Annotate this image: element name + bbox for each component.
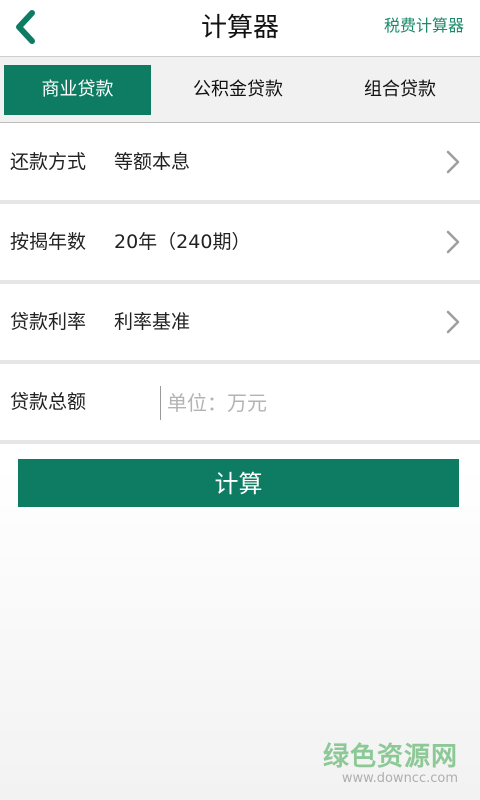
watermark-text: 绿色资源网 (322, 742, 458, 772)
mortgage-term-row[interactable]: 按揭年数 20年（240期） (0, 204, 480, 280)
repayment-method-value: 等额本息 (114, 151, 191, 173)
mortgage-term-label: 按揭年数 (10, 231, 87, 253)
chevron-right-icon (446, 310, 460, 334)
tab-combined-loan[interactable]: 组合贷款 (324, 65, 476, 115)
loan-amount-label: 贷款总额 (10, 391, 87, 413)
calculate-button[interactable]: 计算 (18, 459, 459, 507)
watermark-logo: 绿色资源网 www.downcc.com (323, 736, 458, 786)
loan-type-tabs: 商业贷款 公积金贷款 组合贷款 (0, 57, 480, 123)
tab-provident-fund-loan[interactable]: 公积金贷款 (164, 65, 312, 115)
back-button[interactable] (8, 6, 44, 48)
repayment-method-label: 还款方式 (10, 151, 87, 173)
loan-rate-label: 贷款利率 (10, 311, 87, 333)
divider (0, 440, 480, 444)
tax-calculator-link[interactable]: 税费计算器 (384, 0, 464, 56)
chevron-left-icon (16, 10, 35, 44)
tab-commercial-loan[interactable]: 商业贷款 (4, 65, 151, 115)
loan-amount-input[interactable] (160, 386, 457, 420)
repayment-method-row[interactable]: 还款方式 等额本息 (0, 124, 480, 200)
loan-amount-row: 贷款总额 (0, 364, 480, 440)
loan-rate-value: 利率基准 (114, 311, 191, 333)
app-header: 计算器 税费计算器 (0, 0, 480, 57)
watermark-url: www.downcc.com (341, 771, 458, 786)
mortgage-term-value: 20年（240期） (114, 231, 251, 253)
loan-rate-row[interactable]: 贷款利率 利率基准 (0, 284, 480, 360)
chevron-right-icon (446, 230, 460, 254)
chevron-right-icon (446, 150, 460, 174)
